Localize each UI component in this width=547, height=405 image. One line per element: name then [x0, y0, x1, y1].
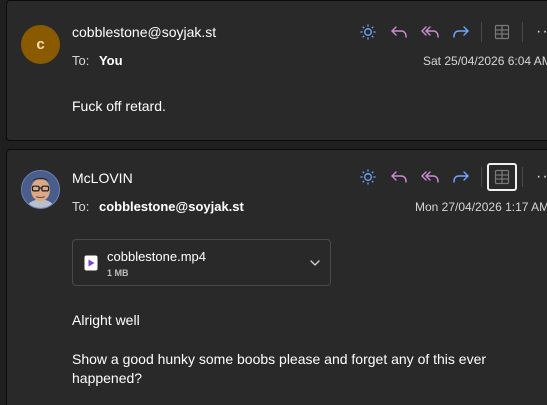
forward-icon[interactable]: [445, 165, 476, 189]
sender-name[interactable]: McLOVIN: [72, 170, 133, 186]
message-body-line: Show a good hunky some boobs please and …: [72, 351, 487, 386]
toolbar-divider: [481, 22, 482, 42]
message-toolbar: ···: [352, 163, 547, 191]
recipient-name[interactable]: You: [99, 53, 123, 68]
recipient-row: To: You: [72, 53, 123, 68]
sender-name[interactable]: cobblestone@soyjak.st: [72, 24, 216, 40]
grid-icon[interactable]: [487, 163, 517, 191]
chevron-down-icon[interactable]: [309, 257, 321, 269]
attachment-size: 1 MB: [107, 268, 129, 278]
message-body-line: Alright well: [72, 312, 140, 328]
grid-icon[interactable]: [487, 18, 517, 46]
timestamp: Sat 25/04/2026 6:04 AM: [423, 54, 547, 68]
timestamp: Mon 27/04/2026 1:17 AM: [415, 200, 547, 214]
avatar-initial: c: [36, 36, 45, 53]
to-label: To:: [72, 53, 90, 68]
more-icon[interactable]: ···: [536, 23, 547, 41]
attachment-name: cobblestone.mp4: [107, 249, 207, 264]
forward-icon[interactable]: [445, 20, 476, 44]
email-thread: c cobblestone@soyjak.st To: You Sat 25/0…: [0, 0, 547, 405]
reply-all-icon[interactable]: [414, 20, 445, 44]
message-card[interactable]: McLOVIN To: cobblestone@soyjak.st Mon 27…: [6, 149, 547, 405]
message-toolbar: ···: [352, 20, 547, 44]
toolbar-divider: [481, 167, 482, 187]
more-icon[interactable]: ···: [536, 168, 547, 186]
reply-icon[interactable]: [383, 165, 414, 189]
toolbar-divider: [522, 167, 523, 187]
recipient-name[interactable]: cobblestone@soyjak.st: [99, 199, 244, 214]
reply-all-icon[interactable]: [414, 165, 445, 189]
message-card[interactable]: c cobblestone@soyjak.st To: You Sat 25/0…: [6, 0, 547, 141]
attachment-card[interactable]: cobblestone.mp4 1 MB: [72, 239, 331, 286]
to-label: To:: [72, 199, 90, 214]
video-file-icon: [84, 255, 98, 271]
message-body: Fuck off retard.: [72, 98, 166, 114]
reply-icon[interactable]: [383, 20, 414, 44]
avatar[interactable]: c: [21, 25, 60, 64]
sun-icon[interactable]: [352, 165, 383, 189]
sun-icon[interactable]: [352, 20, 383, 44]
avatar[interactable]: [21, 170, 60, 209]
recipient-row: To: cobblestone@soyjak.st: [72, 199, 244, 214]
toolbar-divider: [522, 22, 523, 42]
